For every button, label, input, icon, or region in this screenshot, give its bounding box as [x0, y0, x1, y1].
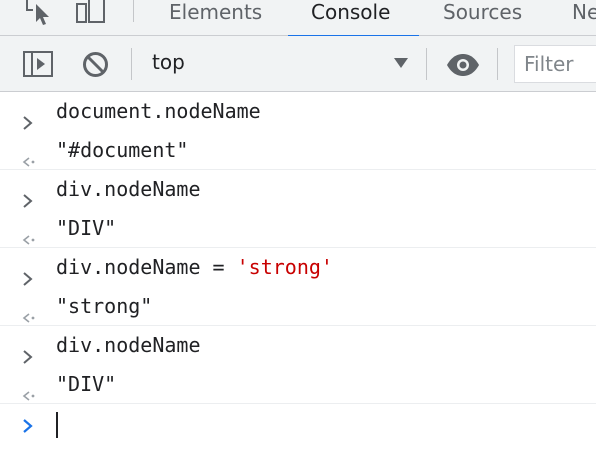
console-output-row: "strong": [0, 287, 596, 326]
console-input-text: div.nodeName: [56, 333, 201, 357]
show-sidebar-icon[interactable]: [23, 51, 53, 81]
console-output-row: "DIV": [0, 209, 596, 248]
console-input-row: div.nodeName = 'strong': [0, 248, 596, 287]
console-input-string: 'strong': [236, 255, 333, 279]
console-input-text: div.nodeName = 'strong': [56, 248, 333, 286]
tab-console-label: Console: [311, 0, 391, 24]
console-toolbar: top: [0, 36, 596, 92]
inspect-element-icon[interactable]: [24, 0, 58, 30]
toolbar-separator: [426, 48, 427, 80]
console-output-value[interactable]: "#document": [56, 131, 188, 169]
console-prompt[interactable]: [0, 404, 596, 448]
context-selector[interactable]: top: [152, 50, 185, 74]
text-cursor: [56, 412, 58, 438]
tab-console[interactable]: Console: [288, 0, 419, 37]
tab-elements[interactable]: Elements: [169, 0, 266, 36]
devtools-tab-bar: Elements Console Sources Ne: [0, 0, 596, 37]
dropdown-arrow-icon[interactable]: [393, 54, 409, 73]
console-output-row: "DIV": [0, 365, 596, 404]
console-output-value[interactable]: "strong": [56, 287, 152, 325]
toolbar-separator: [131, 48, 132, 80]
console-output-value[interactable]: "DIV": [56, 365, 116, 403]
tab-bar-separator: [133, 0, 134, 22]
device-toolbar-icon[interactable]: [76, 0, 110, 30]
tab-network[interactable]: Ne: [572, 0, 596, 36]
filter-input[interactable]: [514, 45, 596, 83]
console-output-value[interactable]: "DIV": [56, 209, 116, 247]
toolbar-separator: [497, 48, 498, 80]
console-input-expression: div.nodeName: [56, 255, 201, 279]
tab-sources-label: Sources: [443, 0, 523, 24]
console-input-operator: =: [200, 255, 237, 279]
clear-console-icon[interactable]: [82, 51, 109, 82]
console-input-text: div.nodeName: [56, 177, 201, 201]
tab-network-label: Ne: [572, 0, 596, 24]
prompt-chevron-icon: [22, 418, 34, 437]
tab-elements-label: Elements: [169, 0, 263, 24]
context-selector-value: top: [152, 50, 185, 74]
console-input-row: div.nodeName: [0, 170, 596, 209]
console-input-row: div.nodeName: [0, 326, 596, 365]
console-input-text: document.nodeName: [56, 99, 261, 123]
console-output-row: "#document": [0, 131, 596, 170]
tab-sources[interactable]: Sources: [443, 0, 533, 36]
live-expression-eye-icon[interactable]: [446, 54, 480, 80]
console-messages: document.nodeName "#document" div.nodeNa…: [0, 92, 596, 448]
console-input-row: document.nodeName: [0, 92, 596, 131]
